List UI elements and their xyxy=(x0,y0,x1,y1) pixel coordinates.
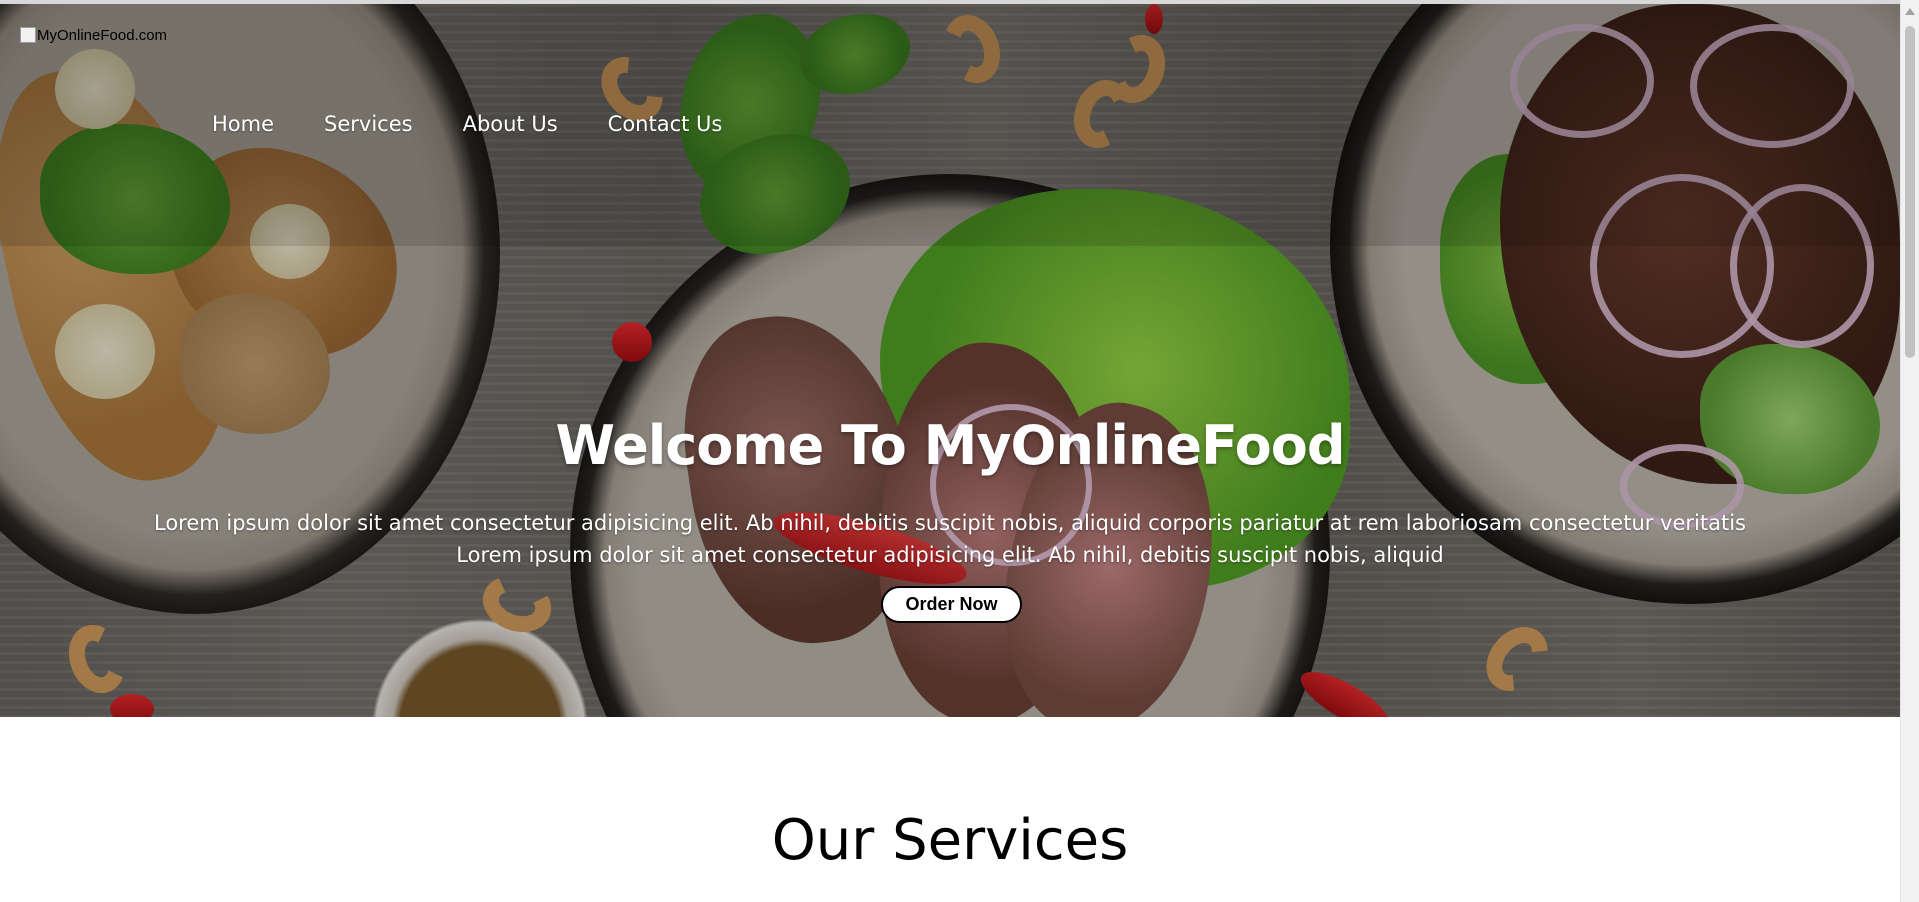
logo[interactable]: MyOnlineFood.com xyxy=(20,27,167,44)
broken-image-icon xyxy=(20,27,36,43)
scrollbar-thumb[interactable] xyxy=(1905,26,1915,358)
nav-link-contact-us[interactable]: Contact Us xyxy=(608,112,723,136)
hero-description-line: Lorem ipsum dolor sit amet consectetur a… xyxy=(456,543,1444,567)
nav-link-services[interactable]: Services xyxy=(324,112,413,136)
hero-title: Welcome To MyOnlineFood xyxy=(555,414,1345,477)
page-scrollbar[interactable] xyxy=(1900,0,1919,902)
order-now-button[interactable]: Order Now xyxy=(881,586,1022,623)
hero-description: Lorem ipsum dolor sit amet consectetur a… xyxy=(150,507,1750,571)
scroll-up-arrow-icon[interactable] xyxy=(1905,8,1915,15)
main-nav: Home Services About Us Contact Us xyxy=(212,112,722,136)
nav-link-about-us[interactable]: About Us xyxy=(463,112,558,136)
nav-link-home[interactable]: Home xyxy=(212,112,274,136)
logo-alt-text: MyOnlineFood.com xyxy=(37,27,168,44)
page: MyOnlineFood.com Home Services About Us … xyxy=(0,0,1900,902)
services-heading: Our Services xyxy=(771,808,1129,873)
hero-description-line: Lorem ipsum dolor sit amet consectetur a… xyxy=(153,511,1746,535)
